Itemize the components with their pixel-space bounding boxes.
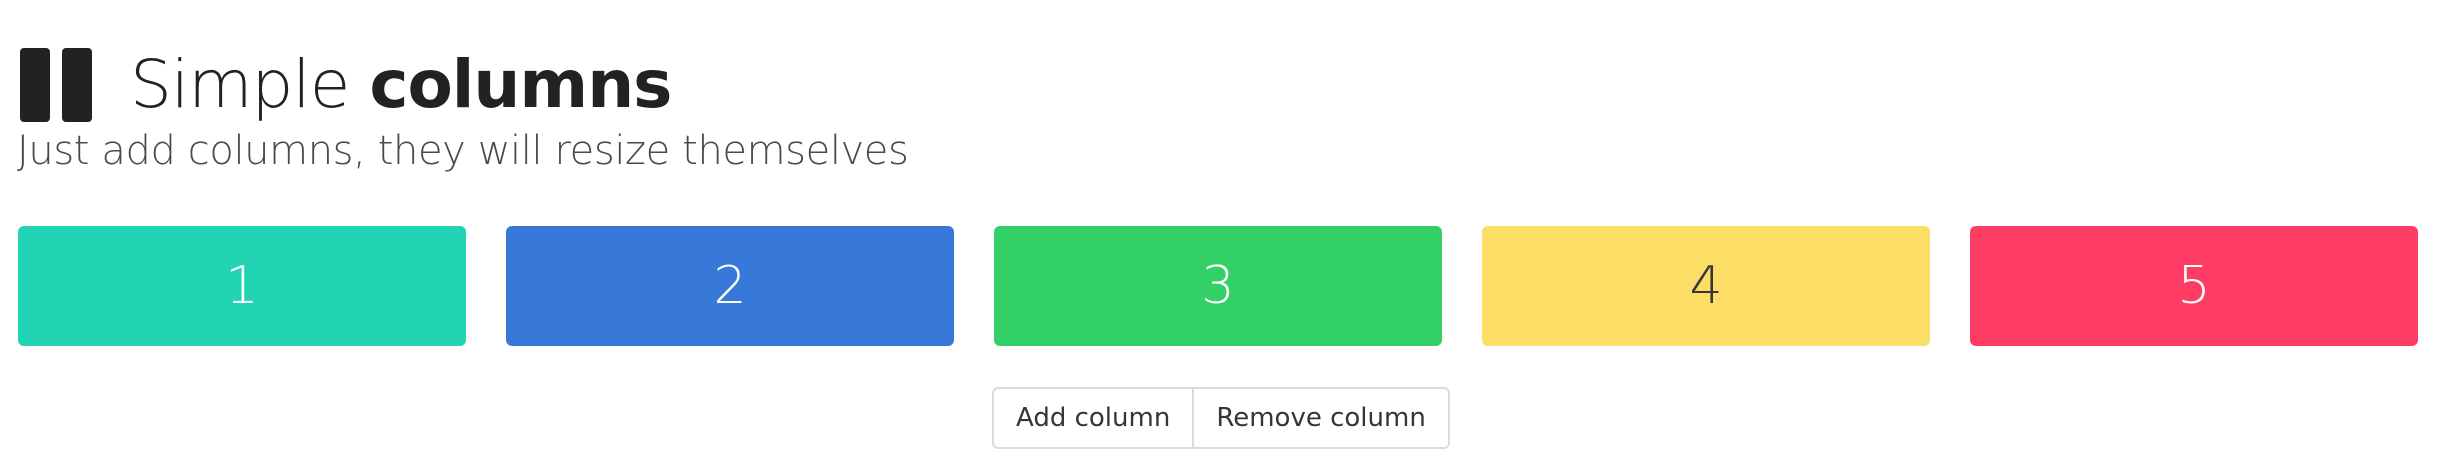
columns-icon-bar-right [62, 48, 92, 122]
add-column-button[interactable]: Add column [994, 389, 1192, 447]
column-box-4: 4 [1482, 226, 1930, 346]
columns-icon-bar-left [20, 48, 50, 122]
remove-column-button[interactable]: Remove column [1192, 389, 1448, 447]
column-box-5: 5 [1970, 226, 2418, 346]
page-title: Simple columns [130, 52, 672, 118]
page-title-light: Simple [130, 46, 370, 123]
page-title-bold: columns [369, 46, 672, 123]
column-box-1: 1 [18, 226, 466, 346]
column-controls: Add column Remove column [992, 387, 1450, 449]
columns-row: 1 2 3 4 5 [18, 226, 2418, 346]
header: Simple columns [20, 40, 672, 130]
page-subtitle: Just add columns, they will resize thems… [17, 128, 909, 174]
column-box-3: 3 [994, 226, 1442, 346]
column-box-2: 2 [506, 226, 954, 346]
columns-icon [20, 48, 92, 122]
